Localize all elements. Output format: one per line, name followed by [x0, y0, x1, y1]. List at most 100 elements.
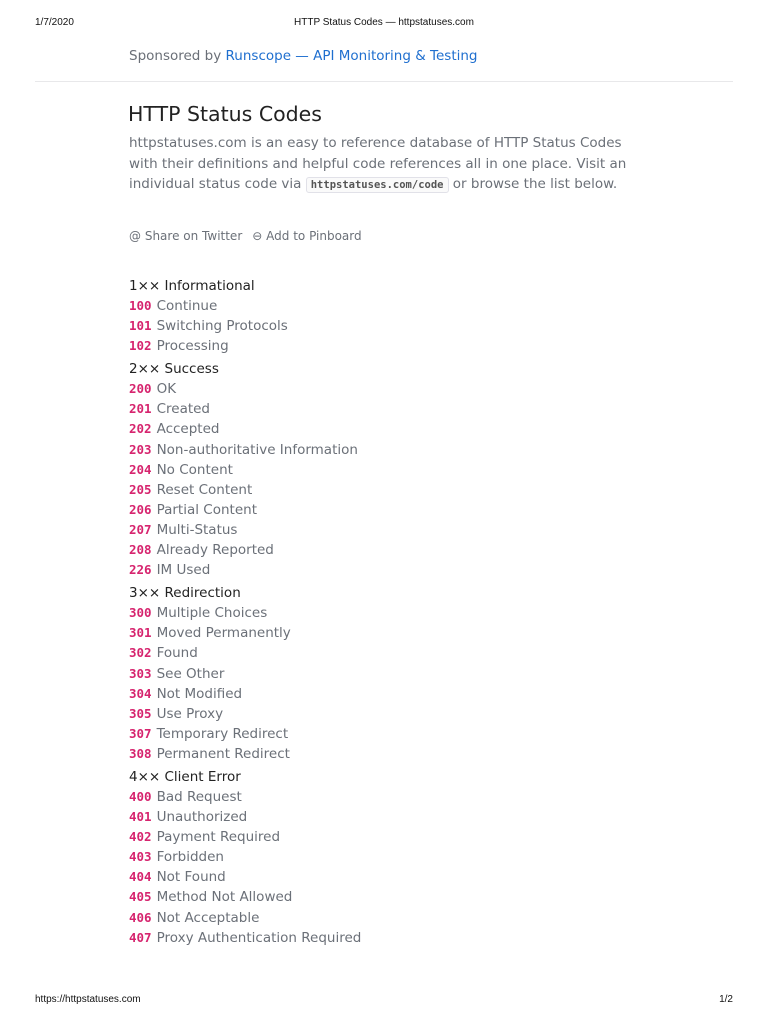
add-pinboard-link[interactable]: ⊖ Add to Pinboard: [252, 229, 361, 243]
status-code-link[interactable]: 207 Multi-Status: [129, 520, 361, 540]
status-code-label: IM Used: [156, 562, 211, 579]
intro-paragraph: httpstatuses.com is an easy to reference…: [129, 133, 649, 196]
status-code-link[interactable]: 102 Processing: [129, 336, 361, 356]
add-pinboard-label: Add to Pinboard: [266, 229, 362, 243]
status-code-link[interactable]: 405 Method Not Allowed: [129, 887, 361, 907]
status-code-label: Found: [156, 645, 198, 662]
status-code-number: 101: [129, 318, 152, 334]
status-code-link[interactable]: 208 Already Reported: [129, 540, 361, 560]
status-code-label: Not Acceptable: [156, 909, 260, 926]
status-code-number: 304: [129, 685, 152, 701]
status-code-label: Multiple Choices: [156, 605, 268, 622]
status-code-number: 208: [129, 542, 152, 558]
status-code-link[interactable]: 407 Proxy Authentication Required: [129, 928, 361, 948]
status-code-label: Temporary Redirect: [156, 725, 289, 742]
status-code-link[interactable]: 302 Found: [129, 643, 361, 663]
status-code-link[interactable]: 308 Permanent Redirect: [129, 744, 361, 764]
status-code-link[interactable]: 101 Switching Protocols: [129, 316, 361, 336]
status-code-number: 403: [129, 849, 152, 865]
status-code-link[interactable]: 200 OK: [129, 379, 361, 399]
status-code-number: 308: [129, 745, 152, 761]
status-code-label: Already Reported: [156, 542, 274, 559]
status-code-number: 400: [129, 788, 152, 804]
status-code-label: Created: [156, 401, 211, 418]
status-code-label: Multi-Status: [156, 521, 238, 538]
status-group: 4×× Client Error 400 Bad Request 401 Unautho…: [129, 767, 361, 950]
status-code-link[interactable]: 204 No Content: [129, 460, 361, 480]
status-code-number: 402: [129, 829, 152, 845]
status-code-label: Proxy Authentication Required: [156, 929, 362, 946]
status-group: 3×× Redirection 300 Multiple Choices 301 Mov…: [129, 583, 361, 766]
status-code-number: 405: [129, 889, 152, 905]
status-code-link[interactable]: 206 Partial Content: [129, 500, 361, 520]
sponsor-banner: Sponsored by Runscope — API Monitoring &…: [129, 48, 478, 64]
status-code-link[interactable]: 201 Created: [129, 399, 361, 419]
status-code-number: 200: [129, 381, 152, 397]
status-code-link[interactable]: 226 IM Used: [129, 560, 361, 580]
at-icon: @: [129, 229, 141, 243]
status-code-link[interactable]: 205 Reset Content: [129, 480, 361, 500]
print-page-number: 1/2: [719, 994, 733, 1005]
status-code-link[interactable]: 100 Continue: [129, 296, 361, 316]
status-code-label: Reset Content: [156, 481, 253, 498]
status-code-link[interactable]: 404 Not Found: [129, 867, 361, 887]
status-code-label: See Other: [156, 665, 225, 682]
status-code-link[interactable]: 403 Forbidden: [129, 847, 361, 867]
intro-text-end: or browse the list below.: [448, 176, 618, 192]
print-title: HTTP Status Codes — httpstatuses.com: [294, 17, 474, 28]
status-code-label: OK: [156, 381, 177, 398]
status-code-label: Not Found: [156, 869, 226, 886]
status-code-number: 401: [129, 809, 152, 825]
status-code-label: Payment Required: [156, 829, 281, 846]
print-header: 1/7/2020 HTTP Status Codes — httpstatuse…: [0, 17, 768, 31]
status-code-label: Use Proxy: [156, 705, 224, 722]
status-code-link[interactable]: 402 Payment Required: [129, 827, 361, 847]
status-code-number: 406: [129, 909, 152, 925]
status-code-number: 206: [129, 501, 152, 517]
status-code-label: Partial Content: [156, 501, 257, 518]
group-title: 1×× Informational: [129, 278, 255, 294]
status-code-number: 100: [129, 298, 152, 313]
status-group: 1×× Informational 100 Continue 101 Switching…: [129, 276, 361, 358]
status-code-label: No Content: [156, 461, 233, 478]
status-code-number: 202: [129, 421, 152, 437]
status-code-link[interactable]: 202 Accepted: [129, 419, 361, 439]
group-title: 3×× Redirection: [129, 585, 241, 602]
pinboard-icon: ⊖: [252, 229, 263, 243]
status-code-link[interactable]: 307 Temporary Redirect: [129, 724, 361, 744]
print-url: https://httpstatuses.com: [35, 994, 141, 1005]
intro-code: httpstatuses.com/code: [305, 177, 449, 193]
status-code-link[interactable]: 301 Moved Permanently: [129, 623, 361, 643]
sponsor-link[interactable]: Runscope — API Monitoring & Testing: [226, 48, 478, 64]
status-code-number: 204: [129, 461, 152, 477]
status-code-number: 201: [129, 401, 152, 417]
status-code-number: 301: [129, 625, 152, 641]
status-code-link[interactable]: 401 Unauthorized: [129, 807, 361, 827]
share-twitter-label: Share on Twitter: [144, 229, 243, 243]
status-code-number: 102: [129, 338, 152, 354]
status-code-number: 205: [129, 481, 152, 497]
status-code-link[interactable]: 400 Bad Request: [129, 787, 361, 807]
status-code-label: Permanent Redirect: [156, 745, 290, 762]
status-group: 2×× Success 200 OK 201 Created 202 Accepted 203…: [129, 359, 361, 582]
status-code-number: 307: [129, 725, 152, 741]
status-code-link[interactable]: 305 Use Proxy: [129, 704, 361, 724]
status-code-link[interactable]: 406 Not Acceptable: [129, 908, 361, 928]
share-twitter-link[interactable]: @ Share on Twitter: [129, 229, 242, 243]
status-code-label: Moved Permanently: [156, 625, 291, 642]
status-code-number: 302: [129, 645, 152, 661]
status-code-link[interactable]: 300 Multiple Choices: [129, 603, 361, 623]
status-code-link[interactable]: 304 Not Modified: [129, 684, 361, 704]
status-code-label: Unauthorized: [156, 809, 248, 826]
status-code-link[interactable]: 303 See Other: [129, 664, 361, 684]
page-title: HTTP Status Codes: [128, 102, 322, 126]
status-code-number: 207: [129, 521, 152, 537]
sponsor-prefix: Sponsored by: [129, 48, 222, 64]
group-title: 2×× Success: [129, 361, 219, 378]
status-code-label: Not Modified: [156, 685, 243, 702]
status-code-label: Non-authoritative Information: [156, 441, 358, 458]
status-code-label: Forbidden: [156, 849, 224, 866]
status-code-link[interactable]: 203 Non-authoritative Information: [129, 440, 361, 460]
